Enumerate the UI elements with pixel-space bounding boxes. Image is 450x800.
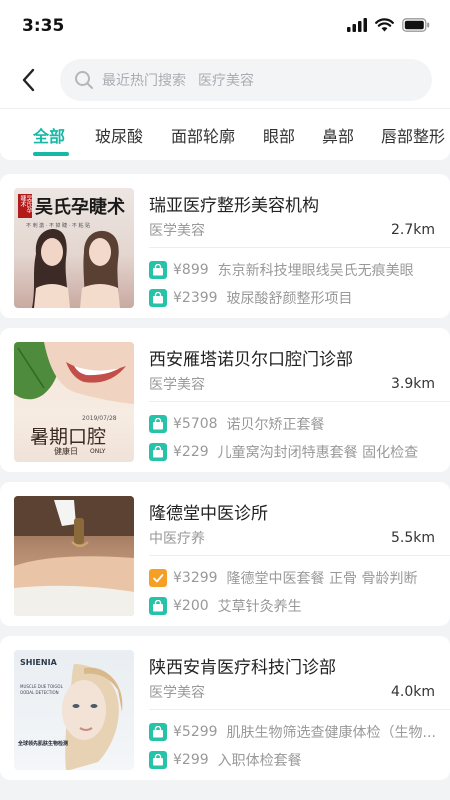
tab-facial-contour[interactable]: 面部轮廓: [171, 123, 235, 147]
deal-item[interactable]: ¥3299 隆德堂中医套餐 正骨 骨龄判断: [149, 568, 417, 588]
deal-title: 玻尿酸舒颜整形项目: [226, 291, 353, 307]
deal-title: 肌肤生物筛选查健康体检（生物...: [226, 725, 436, 741]
clinic-category: 医学美容: [149, 223, 205, 239]
clinic-distance: 4.0km: [390, 684, 435, 700]
clinic-category: 中医疗养: [149, 531, 205, 547]
thumb-subline: 健康日: [54, 447, 78, 456]
thumb-tag: 吴氏孕睫术: [18, 194, 32, 218]
shopping-bag-icon: [149, 289, 167, 307]
thumb-line: OODAL DETECTION: [20, 690, 59, 695]
clinic-thumbnail: SHIENIA MUSCLE DUE TOIGOL OODAL DETECTIO…: [14, 650, 134, 770]
deal-price: ¥5708: [173, 416, 218, 432]
shopping-bag-icon: [149, 723, 167, 741]
back-arrow-icon: [22, 68, 35, 92]
deal-item[interactable]: ¥2399 玻尿酸舒颜整形项目: [149, 288, 353, 308]
tab-nose[interactable]: 鼻部: [322, 123, 354, 147]
deal-price: ¥899: [173, 262, 209, 278]
deal-item[interactable]: ¥899 东京新科技埋眼线吴氏无痕美眼: [149, 260, 414, 280]
deal-item[interactable]: ¥200 艾草针灸养生: [149, 596, 302, 616]
search-placeholder-term: 医疗美容: [198, 73, 254, 89]
clinic-distance: 5.5km: [390, 530, 435, 546]
clinic-distance: 3.9km: [390, 376, 435, 392]
clinic-card[interactable]: 隆德堂中医诊所 中医疗养 5.5km ¥3299 隆德堂中医套餐 正骨 骨龄判断…: [0, 482, 450, 626]
divider: [149, 709, 450, 710]
clinic-category: 医学美容: [149, 685, 205, 701]
check-ticket-icon: [149, 569, 167, 587]
deal-title: 东京新科技埋眼线吴氏无痕美眼: [217, 263, 414, 279]
divider: [149, 247, 450, 248]
thumb-headline: 吴氏孕睫术: [35, 197, 125, 218]
active-tab-indicator: [33, 152, 69, 156]
deal-title: 隆德堂中医套餐 正骨 骨龄判断: [226, 571, 418, 587]
tab-hyaluronic[interactable]: 玻尿酸: [95, 123, 143, 147]
clinic-thumbnail: 吴氏孕睫术 吴氏孕睫术 不 刺 激 · 不 掉 睫 · 不 粘 贴: [14, 188, 134, 308]
thumb-headline: 暑期口腔: [30, 426, 107, 448]
clinic-category: 医学美容: [149, 377, 205, 393]
deal-title: 艾草针灸养生: [217, 599, 302, 615]
deal-price: ¥200: [173, 598, 209, 614]
deal-item[interactable]: ¥5299 肌肤生物筛选查健康体检（生物...: [149, 722, 436, 742]
deal-price: ¥229: [173, 444, 209, 460]
status-icons: [347, 18, 430, 32]
thumb-tag: ONLY: [90, 448, 106, 455]
signal-icon: [347, 18, 367, 32]
wifi-icon: [375, 18, 394, 32]
deal-title: 诺贝尔矫正套餐: [226, 417, 325, 433]
clinic-name: 陕西安肯医疗科技门诊部: [149, 658, 336, 678]
back-button[interactable]: [10, 62, 46, 98]
tab-all[interactable]: 全部: [33, 123, 65, 147]
clinic-card[interactable]: 吴氏孕睫术 吴氏孕睫术 不 刺 激 · 不 掉 睫 · 不 粘 贴 瑞亚医疗整形…: [0, 174, 450, 318]
battery-icon: [402, 18, 430, 32]
search-placeholder-label: 最近热门搜索: [102, 73, 186, 89]
clinic-name: 瑞亚医疗整形美容机构: [149, 196, 319, 216]
header: 最近热门搜索 医疗美容: [0, 52, 450, 108]
shopping-bag-icon: [149, 597, 167, 615]
status-bar: 3:35: [0, 0, 450, 52]
clinic-distance: 2.7km: [390, 222, 435, 238]
clinic-card[interactable]: 2019/07/28 暑期口腔 健康日 ONLY 西安雁塔诺贝尔口腔门诊部 医学…: [0, 328, 450, 472]
deal-item[interactable]: ¥229 儿童窝沟封闭特惠套餐 固化检查: [149, 442, 418, 462]
clinic-photo-illustration: [62, 664, 123, 770]
search-input[interactable]: 最近热门搜索 医疗美容: [60, 59, 432, 101]
clinic-name: 隆德堂中医诊所: [149, 504, 268, 524]
deal-price: ¥3299: [173, 570, 218, 586]
thumb-date: 2019/07/28: [82, 415, 117, 422]
search-icon: [75, 71, 93, 89]
deal-item[interactable]: ¥299 入职体检套餐: [149, 750, 302, 770]
thumb-headline: 全球领先肌肤生物检测: [18, 741, 69, 747]
deal-price: ¥5299: [173, 724, 218, 740]
clinic-photo-illustration: [14, 496, 134, 616]
tab-eyes[interactable]: 眼部: [263, 123, 295, 147]
shopping-bag-icon: [149, 751, 167, 769]
clinic-card[interactable]: SHIENIA MUSCLE DUE TOIGOL OODAL DETECTIO…: [0, 636, 450, 780]
shopping-bag-icon: [149, 415, 167, 433]
deal-price: ¥2399: [173, 290, 218, 306]
tab-lips[interactable]: 唇部整形: [381, 123, 445, 147]
thumb-subline: 不 刺 激 · 不 掉 睫 · 不 粘 贴: [26, 223, 91, 229]
category-tabs: 全部 玻尿酸 面部轮廓 眼部 鼻部 唇部整形: [0, 108, 450, 160]
deal-item[interactable]: ¥5708 诺贝尔矫正套餐: [149, 414, 325, 434]
deal-title: 儿童窝沟封闭特惠套餐 固化检查: [217, 445, 419, 461]
clinic-name: 西安雁塔诺贝尔口腔门诊部: [149, 350, 353, 370]
clinic-thumbnail: 2019/07/28 暑期口腔 健康日 ONLY: [14, 342, 134, 462]
divider: [149, 555, 450, 556]
thumb-brand: SHIENIA: [20, 658, 57, 667]
deal-title: 入职体检套餐: [217, 753, 302, 769]
thumb-line: MUSCLE DUE TOIGOL: [20, 684, 63, 689]
divider: [149, 401, 450, 402]
deal-price: ¥299: [173, 752, 209, 768]
status-time: 3:35: [22, 16, 65, 36]
shopping-bag-icon: [149, 443, 167, 461]
shopping-bag-icon: [149, 261, 167, 279]
clinic-thumbnail: [14, 496, 134, 616]
